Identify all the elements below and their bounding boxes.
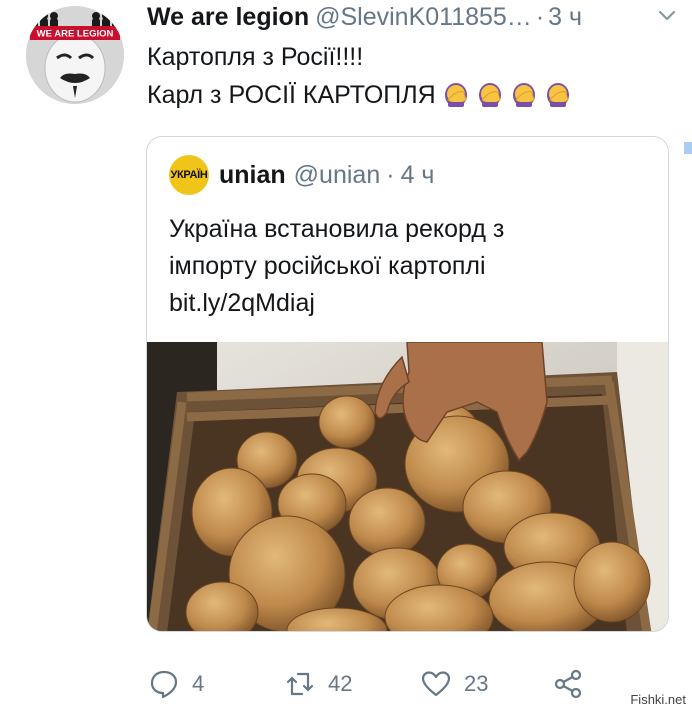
tweet-text-line-2: Карл з РОСІЇ КАРТОПЛЯ	[147, 76, 672, 114]
tweet: WE ARE LEGION We are legion @SlevinK0118…	[0, 0, 692, 711]
tweet-text-line-1: Картопля з Росії!!!!	[147, 43, 364, 71]
header-separator: ·	[535, 2, 545, 31]
quoted-text-line-1: Україна встановила рекорд з	[169, 215, 505, 243]
woman-facepalming-emoji-icon	[546, 83, 569, 107]
quoted-link[interactable]: bit.ly/2qMdiaj	[169, 285, 648, 322]
retweet-icon	[286, 672, 314, 696]
tweet-text: Картопля з Росії!!!! Карл з РОСІЇ КАРТОП…	[147, 38, 672, 114]
quoted-tweet-header: УКРАЇН unian @unian · 4 ч	[169, 155, 434, 195]
quoted-tweet-text: Україна встановила рекорд з імпорту росі…	[169, 211, 648, 322]
woman-facepalming-emoji-icon	[512, 83, 535, 107]
quoted-timestamp[interactable]: 4 ч	[401, 161, 435, 190]
reply-count: 4	[192, 671, 205, 696]
share-button[interactable]	[552, 664, 596, 704]
display-name[interactable]: We are legion	[147, 3, 309, 32]
timestamp[interactable]: 3 ч	[548, 3, 582, 32]
quoted-text-line-2: імпорту російської картоплі	[169, 252, 486, 280]
reply-button[interactable]: 4	[148, 664, 204, 704]
woman-facepalming-emoji-icon	[478, 83, 501, 107]
retweet-count: 42	[328, 671, 353, 696]
potatoes-crate-photo	[147, 342, 668, 631]
avatar-logo-text: WE ARE LEGION	[37, 29, 114, 40]
retweet-button[interactable]: 42	[284, 664, 352, 704]
user-handle[interactable]: @SlevinK011855…	[315, 3, 532, 32]
tweet-text-line-2-text: Карл з РОСІЇ КАРТОПЛЯ	[147, 81, 436, 109]
watermark: Fishki.net	[630, 692, 686, 707]
like-count: 23	[464, 671, 489, 696]
user-avatar[interactable]: WE ARE LEGION	[26, 6, 124, 104]
quoted-user-avatar[interactable]: УКРАЇН	[169, 155, 209, 195]
quoted-header-separator: ·	[386, 160, 395, 189]
tweet-header: We are legion @SlevinK011855… · 3 ч	[147, 2, 672, 32]
woman-facepalming-emoji-icon	[444, 83, 467, 107]
anonymous-mask-avatar: WE ARE LEGION	[26, 6, 124, 104]
quoted-tweet-image[interactable]	[147, 342, 668, 631]
share-icon	[554, 669, 582, 699]
quoted-tweet-card[interactable]: УКРАЇН unian @unian · 4 ч Україна встано…	[146, 136, 669, 632]
reply-icon	[150, 670, 178, 699]
tweet-actions: 4 42 23	[148, 664, 598, 704]
heart-icon	[421, 671, 451, 697]
edge-scroll-marker	[684, 142, 692, 154]
like-button[interactable]: 23	[420, 664, 488, 704]
chevron-down-icon[interactable]	[656, 4, 678, 26]
quoted-display-name[interactable]: unian	[219, 161, 286, 190]
quoted-user-handle[interactable]: @unian	[294, 161, 381, 190]
